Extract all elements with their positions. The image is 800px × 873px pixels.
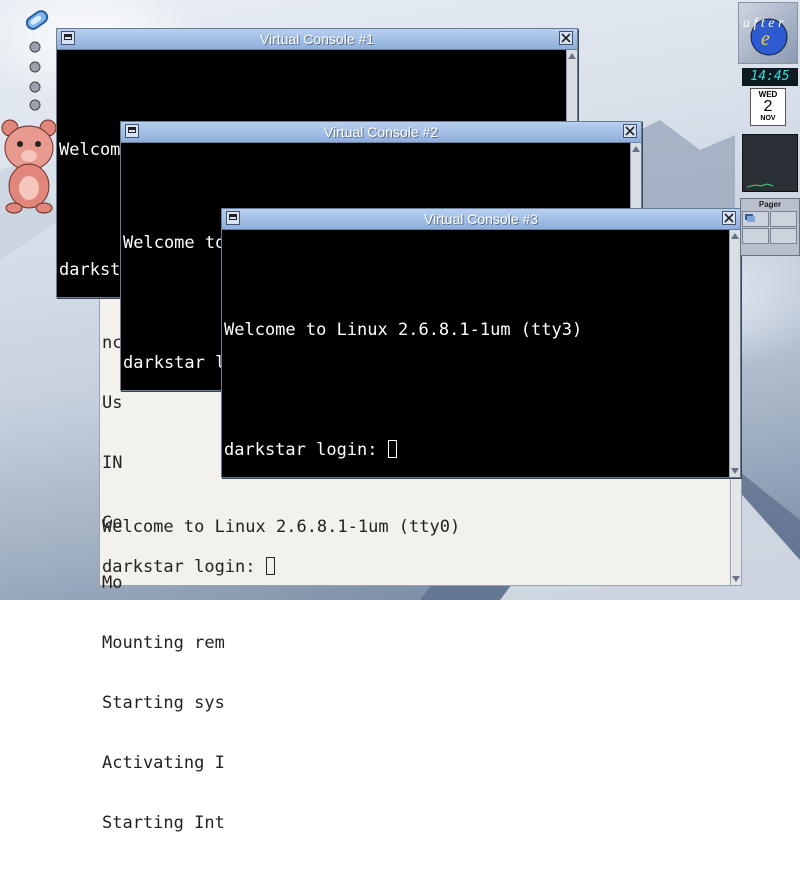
- login-label: darkstar login:: [224, 440, 388, 460]
- calendar-date: 2: [763, 98, 773, 115]
- close-button[interactable]: [623, 124, 637, 138]
- svg-text:e: e: [761, 28, 770, 50]
- scrollbar[interactable]: [729, 230, 740, 477]
- paperclip-icon[interactable]: [20, 4, 52, 38]
- calendar-widget[interactable]: WED 2 NOV: [750, 88, 786, 126]
- system-monitor: [742, 134, 798, 192]
- pager-desk-2[interactable]: [770, 211, 797, 227]
- login-label: darkstar login:: [102, 557, 266, 577]
- boot-line: Starting Int: [102, 813, 225, 833]
- window-title: Virtual Console #2: [323, 124, 439, 140]
- load-graph-icon: [746, 183, 774, 188]
- titlebar[interactable]: Virtual Console #3: [222, 209, 740, 230]
- boot-line: Starting sys: [102, 693, 225, 713]
- digital-clock: 14:45: [742, 68, 798, 86]
- window-title: Virtual Console #3: [423, 211, 539, 227]
- scroll-down-icon[interactable]: [731, 468, 739, 474]
- window-title: Virtual Console #1: [259, 31, 375, 47]
- pager-title: Pager: [758, 200, 782, 209]
- calendar-month: NOV: [760, 115, 776, 122]
- mini-window-icon: [745, 214, 755, 222]
- teddy-bear-icon: [1, 119, 57, 214]
- text-cursor: [265, 557, 275, 575]
- titlebar[interactable]: Virtual Console #1: [57, 29, 577, 50]
- scroll-down-icon[interactable]: [732, 576, 740, 582]
- close-icon: [561, 33, 571, 43]
- pager[interactable]: Pager: [740, 198, 800, 256]
- svg-text:a f t e r: a f t e r: [743, 16, 784, 31]
- boot-line: Activating I: [102, 753, 225, 773]
- pager-desk-4[interactable]: [770, 228, 797, 244]
- boot-line: Mounting rem: [102, 633, 225, 653]
- close-icon: [724, 213, 734, 223]
- dock-icons: [26, 40, 44, 112]
- scroll-up-icon[interactable]: [632, 146, 640, 152]
- titlebar[interactable]: Virtual Console #2: [121, 122, 641, 143]
- close-button[interactable]: [559, 31, 573, 45]
- text-cursor: [387, 440, 397, 458]
- pager-desk-3[interactable]: [742, 228, 769, 244]
- close-button[interactable]: [722, 211, 736, 225]
- login-prompt[interactable]: darkstar login:: [224, 430, 582, 470]
- close-icon: [625, 126, 635, 136]
- welcome-text: Welcome to Linux 2.6.8.1-1um (tty3): [224, 320, 583, 340]
- scroll-up-icon[interactable]: [568, 53, 576, 59]
- login-prompt[interactable]: darkstar login:: [102, 557, 275, 577]
- afterstep-logo[interactable]: e a f t e r: [738, 2, 798, 64]
- console-window-3[interactable]: Virtual Console #3 Welcome to Linux 2.6.…: [221, 208, 741, 478]
- afterstep-logo-icon: e a f t e r: [743, 16, 788, 56]
- terminal[interactable]: Welcome to Linux 2.6.8.1-1um (tty3) dark…: [222, 230, 582, 550]
- pager-desk-1[interactable]: [742, 211, 769, 227]
